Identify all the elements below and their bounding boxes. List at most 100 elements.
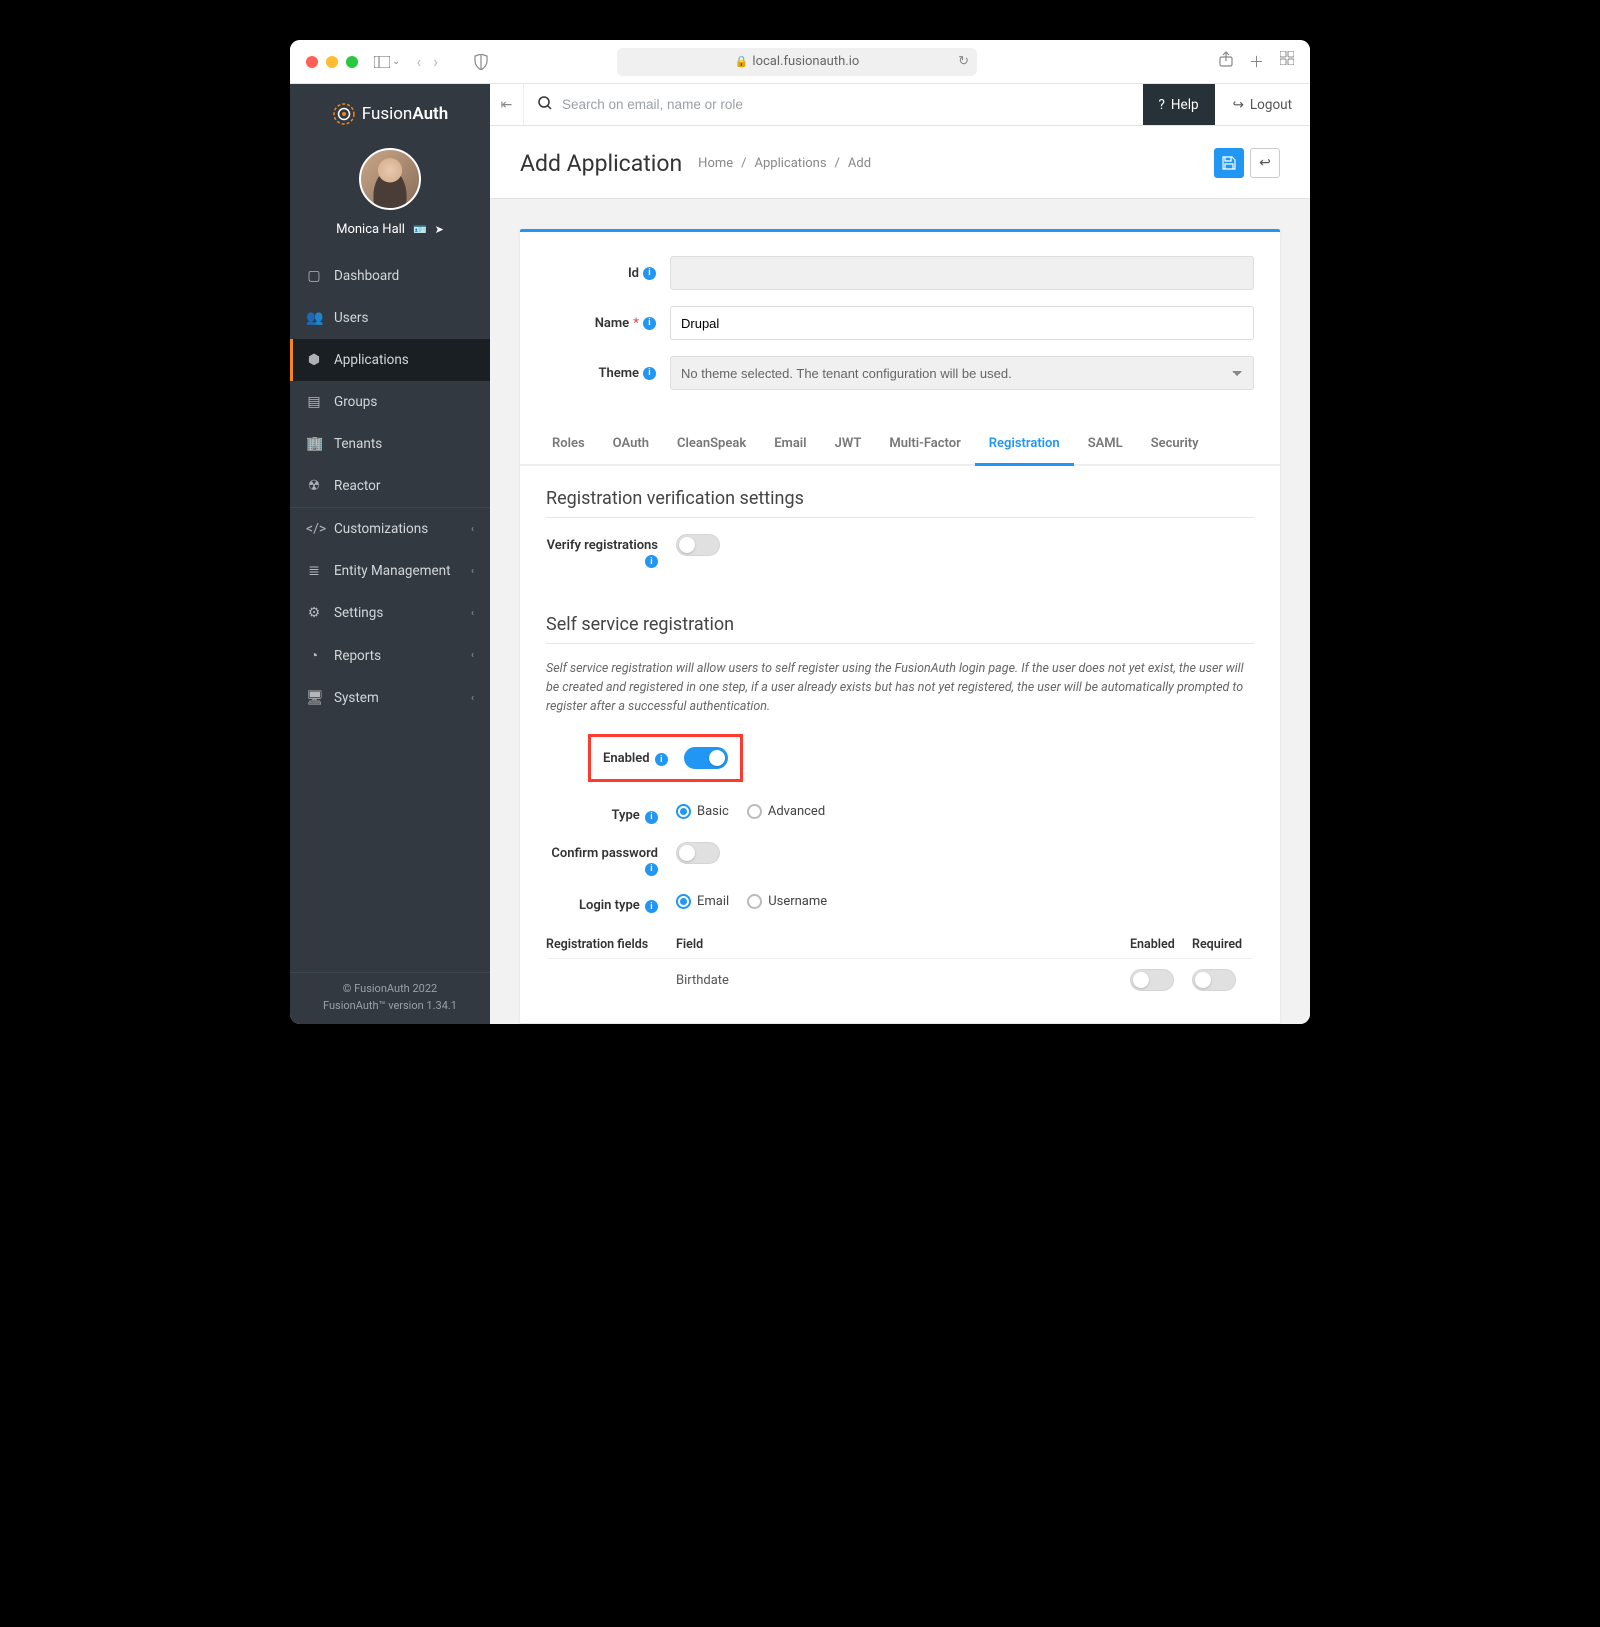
user-avatar[interactable]	[359, 148, 421, 210]
tab-email[interactable]: Email	[760, 424, 820, 466]
enabled-toggle[interactable]	[684, 747, 728, 769]
nav-users[interactable]: 👥Users	[290, 297, 490, 339]
selfservice-description: Self service registration will allow use…	[546, 660, 1254, 716]
logo-text: FusionAuth	[362, 104, 449, 124]
registration-field-row: Birthdate	[546, 958, 1254, 1001]
info-icon[interactable]: i	[645, 811, 658, 824]
nav-settings[interactable]: ⚙Settings‹	[290, 592, 490, 634]
info-icon[interactable]: i	[645, 863, 658, 876]
sidebar: FusionAuth Monica Hall 🪪 ➤ ▢Dashboard 👥U…	[290, 84, 490, 1024]
name-input[interactable]	[670, 306, 1254, 340]
section-selfservice-title: Self service registration	[546, 614, 1254, 644]
tabs-icon[interactable]	[1280, 51, 1294, 72]
lock-icon: 🔒	[735, 55, 749, 68]
tab-registration[interactable]: Registration	[975, 424, 1074, 466]
nav-buttons: ‹ ›	[416, 52, 438, 71]
type-label: Type i	[546, 804, 658, 824]
collapse-sidebar-icon[interactable]: ⇤	[490, 84, 524, 125]
enabled-highlight: Enabled i	[588, 734, 743, 782]
system-icon: 🖥	[306, 690, 322, 706]
nav-tenants[interactable]: 🏢Tenants	[290, 423, 490, 465]
maximize-window[interactable]	[346, 56, 358, 68]
location-icon[interactable]: ➤	[435, 223, 444, 236]
id-card-icon[interactable]: 🪪	[413, 223, 427, 236]
login-username-radio[interactable]: Username	[747, 894, 827, 909]
nav-reactor[interactable]: ☢Reactor	[290, 465, 490, 507]
page-title: Add Application	[520, 150, 682, 177]
tabs: Roles OAuth CleanSpeak Email JWT Multi-F…	[520, 424, 1280, 466]
sidebar-toggle-icon[interactable]: ⌄	[374, 56, 400, 68]
help-button[interactable]: ?Help	[1143, 84, 1215, 125]
logout-icon: ↪	[1233, 97, 1244, 113]
dashboard-icon: ▢	[306, 268, 322, 284]
groups-icon: ▤	[306, 394, 322, 410]
logout-button[interactable]: ↪Logout	[1215, 84, 1310, 125]
enabled-label: Enabled i	[603, 751, 668, 767]
info-icon[interactable]: i	[655, 753, 668, 766]
tab-oauth[interactable]: OAuth	[599, 424, 663, 466]
browser-chrome: ⌄ ‹ › 🔒 local.fusionauth.io ↻ ＋	[290, 40, 1310, 84]
chevron-left-icon: ‹	[471, 566, 474, 577]
help-icon: ?	[1159, 97, 1165, 113]
verify-registrations-toggle[interactable]	[676, 534, 720, 556]
sidebar-nav: ▢Dashboard 👥Users ⬢Applications ▤Groups …	[290, 255, 490, 972]
info-icon[interactable]: i	[643, 267, 656, 280]
nav-reports[interactable]: ◔Reports‹	[290, 634, 490, 677]
tab-cleanspeak[interactable]: CleanSpeak	[663, 424, 760, 466]
birthdate-enabled-toggle[interactable]	[1130, 969, 1174, 991]
tab-roles[interactable]: Roles	[538, 424, 599, 466]
crumb-applications[interactable]: Applications	[755, 156, 827, 171]
nav-dashboard[interactable]: ▢Dashboard	[290, 255, 490, 297]
tab-multifactor[interactable]: Multi-Factor	[875, 424, 974, 466]
id-label: Id i	[546, 266, 656, 281]
theme-select[interactable]: No theme selected. The tenant configurat…	[670, 356, 1254, 390]
minimize-window[interactable]	[326, 56, 338, 68]
login-type-label: Login type i	[546, 894, 658, 914]
name-label: Name* i	[546, 316, 656, 331]
nav-applications[interactable]: ⬢Applications	[290, 339, 490, 381]
info-icon[interactable]: i	[645, 900, 658, 913]
refresh-icon[interactable]: ↻	[958, 54, 969, 69]
fusionauth-logo-icon	[332, 102, 356, 126]
tab-security[interactable]: Security	[1137, 424, 1213, 466]
chevron-left-icon: ‹	[471, 693, 474, 704]
info-icon[interactable]: i	[643, 367, 656, 380]
forward-button[interactable]: ›	[433, 52, 438, 71]
tenants-icon: 🏢	[306, 436, 322, 452]
new-tab-icon[interactable]: ＋	[1249, 51, 1264, 72]
sidebar-footer: © FusionAuth 2022 FusionAuth™ version 1.…	[290, 972, 490, 1024]
back-button[interactable]: ↩	[1250, 148, 1280, 178]
url-bar[interactable]: 🔒 local.fusionauth.io ↻	[617, 48, 977, 76]
field-birthdate: Birthdate	[676, 973, 1130, 988]
tab-jwt[interactable]: JWT	[821, 424, 876, 466]
confirm-password-toggle[interactable]	[676, 842, 720, 864]
tab-saml[interactable]: SAML	[1074, 424, 1137, 466]
info-icon[interactable]: i	[643, 317, 656, 330]
type-basic-radio[interactable]: Basic	[676, 804, 729, 819]
nav-entity-management[interactable]: ≣Entity Management‹	[290, 550, 490, 592]
id-input	[670, 256, 1254, 290]
type-advanced-radio[interactable]: Advanced	[747, 804, 825, 819]
window-controls[interactable]	[306, 56, 358, 68]
nav-groups[interactable]: ▤Groups	[290, 381, 490, 423]
nav-system[interactable]: 🖥System‹	[290, 677, 490, 719]
user-name-row: Monica Hall 🪪 ➤	[336, 222, 444, 237]
search-box[interactable]	[524, 96, 1143, 114]
info-icon[interactable]: i	[645, 555, 658, 568]
settings-icon: ⚙	[306, 605, 322, 621]
close-window[interactable]	[306, 56, 318, 68]
shield-icon[interactable]	[474, 54, 488, 70]
login-email-radio[interactable]: Email	[676, 894, 729, 909]
nav-customizations[interactable]: </>Customizations‹	[290, 508, 490, 550]
search-input[interactable]	[562, 97, 1129, 112]
share-icon[interactable]	[1219, 51, 1233, 72]
reactor-icon: ☢	[306, 478, 322, 494]
users-icon: 👥	[306, 310, 322, 326]
page-header: Add Application Home/ Applications/ Add …	[490, 126, 1310, 199]
theme-label: Theme i	[546, 366, 656, 381]
back-button[interactable]: ‹	[416, 52, 421, 71]
code-icon: </>	[306, 521, 322, 537]
crumb-home[interactable]: Home	[698, 156, 733, 171]
save-button[interactable]	[1214, 148, 1244, 178]
birthdate-required-toggle[interactable]	[1192, 969, 1236, 991]
